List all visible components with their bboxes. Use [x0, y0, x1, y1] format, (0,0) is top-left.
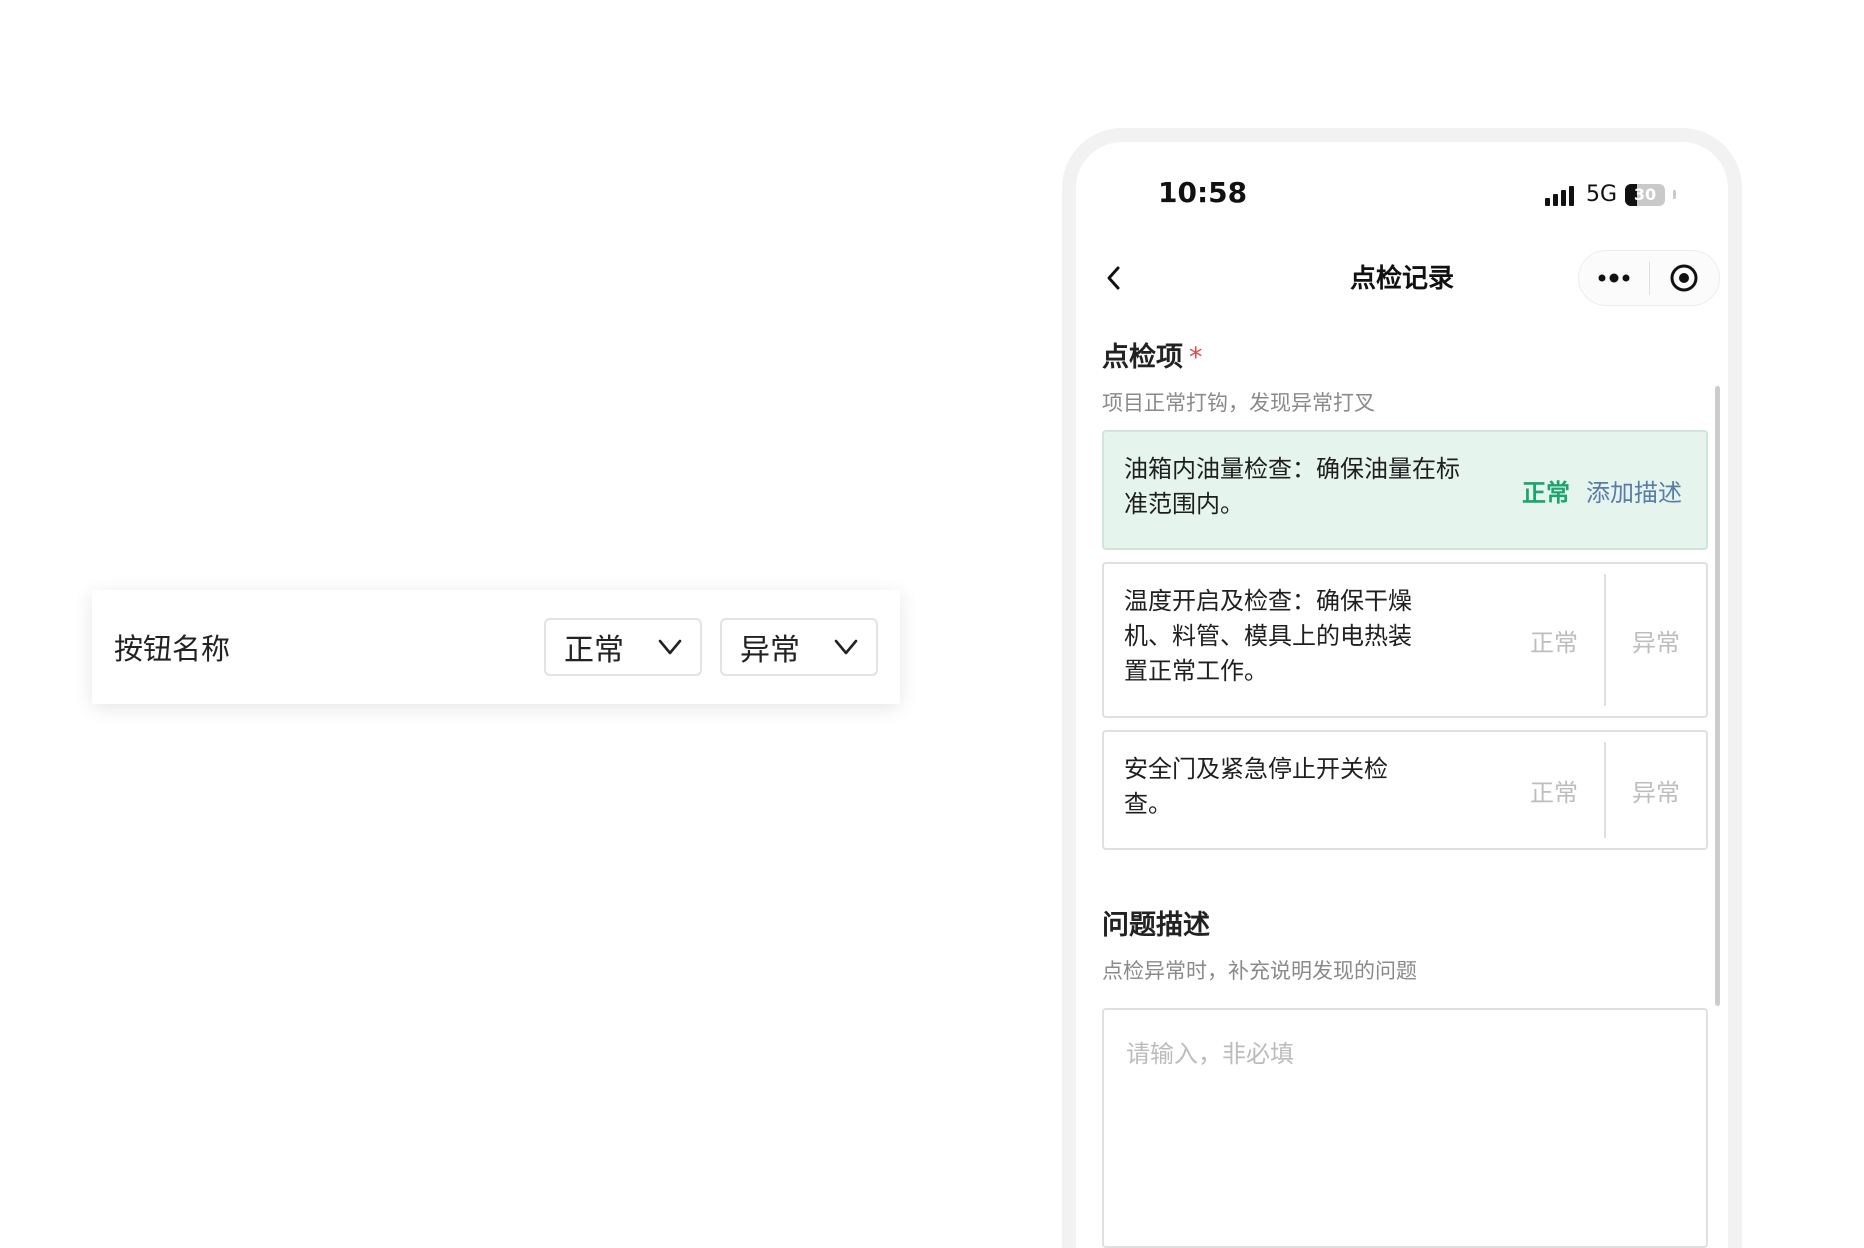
required-mark: * — [1189, 342, 1203, 373]
status-normal-label[interactable]: 正常 — [1522, 473, 1570, 508]
signal-icon — [1544, 184, 1574, 206]
phone-frame: 10:58 5G 30 点检记录 点检项 * 项目正常打钩，发现异常打叉 油箱内… — [1062, 128, 1742, 1248]
demo-normal-select-label: 正常 — [564, 633, 624, 668]
normal-option-button[interactable]: 正常 — [1504, 732, 1604, 848]
problem-hint: 点检异常时，补充说明发现的问题 — [1102, 959, 1417, 983]
normal-option-button[interactable]: 正常 — [1504, 564, 1604, 716]
form-content: 点检项 * 项目正常打钩，发现异常打叉 油箱内油量检查：确保油量在标准范围内。 正… — [1102, 338, 1708, 1248]
button-component-demo: 按钮名称 正常 异常 — [92, 590, 900, 704]
battery-nub — [1673, 190, 1676, 199]
inspection-item-text: 温度开启及检查：确保干燥机、料管、模具上的电热装置正常工作。 — [1124, 587, 1412, 685]
inspection-section-title: 点检项 * — [1102, 338, 1708, 378]
demo-abnormal-select-label: 异常 — [740, 633, 800, 668]
close-miniapp-button[interactable] — [1650, 251, 1720, 305]
inspection-item-text: 油箱内油量检查：确保油量在标准范围内。 — [1124, 455, 1460, 518]
chevron-down-icon — [834, 639, 858, 655]
miniapp-capsule — [1578, 250, 1720, 306]
inspection-title-text: 点检项 — [1102, 342, 1183, 373]
inspection-item-actions: 正常 异常 — [1504, 732, 1706, 848]
inspection-item[interactable]: 油箱内油量检查：确保油量在标准范围内。 正常 添加描述 — [1102, 430, 1708, 550]
battery-level: 30 — [1633, 185, 1657, 204]
status-time: 10:58 — [1158, 176, 1248, 209]
nav-bar: 点检记录 — [1076, 242, 1728, 314]
abnormal-option-button[interactable]: 异常 — [1606, 564, 1706, 716]
chevron-down-icon — [658, 639, 682, 655]
inspection-item-text: 安全门及紧急停止开关检查。 — [1124, 755, 1388, 818]
problem-description-input[interactable]: 请输入，非必填 — [1102, 1008, 1708, 1248]
more-dots-icon — [1598, 273, 1630, 283]
add-description-link[interactable]: 添加描述 — [1586, 473, 1682, 508]
battery-icon: 30 — [1625, 183, 1665, 206]
more-button[interactable] — [1579, 251, 1649, 305]
abnormal-option-button[interactable]: 异常 — [1606, 732, 1706, 848]
inspection-item-actions: 正常 添加描述 — [1522, 432, 1706, 548]
scrollbar[interactable] — [1715, 386, 1720, 1006]
demo-abnormal-select[interactable]: 异常 — [720, 618, 878, 676]
demo-button-name-label: 按钮名称 — [114, 632, 231, 666]
inspection-item-actions: 正常 异常 — [1504, 564, 1706, 716]
record-target-icon — [1670, 264, 1698, 292]
inspection-item: 温度开启及检查：确保干燥机、料管、模具上的电热装置正常工作。 正常 异常 — [1102, 562, 1708, 718]
problem-section-title: 问题描述 — [1102, 910, 1210, 941]
inspection-item: 安全门及紧急停止开关检查。 正常 异常 — [1102, 730, 1708, 850]
demo-normal-select[interactable]: 正常 — [544, 618, 702, 676]
inspection-hint: 项目正常打钩，发现异常打叉 — [1102, 391, 1375, 415]
network-type: 5G — [1585, 182, 1617, 207]
status-indicators: 5G 30 — [1544, 182, 1676, 207]
status-bar: 10:58 5G 30 — [1076, 142, 1728, 232]
